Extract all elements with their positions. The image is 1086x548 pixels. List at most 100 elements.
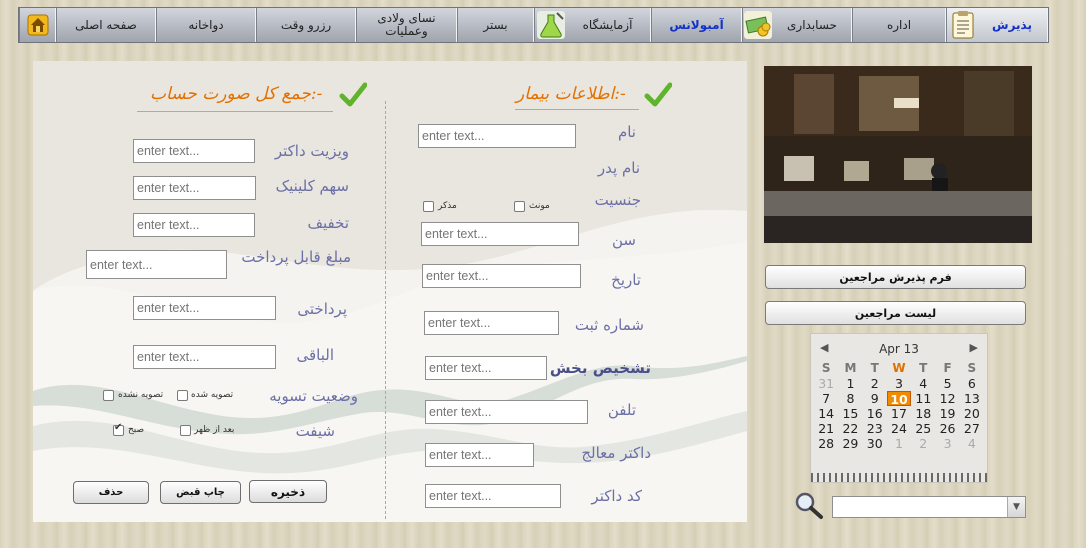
calendar-day[interactable]: 16 [863,406,887,421]
calendar-day[interactable]: 12 [935,391,959,406]
calendar-grid: S M T W T F S 31 1 2 3 4 5 6 7 8 9 10 11 12 13 14 15 16 1… [814,361,984,451]
father-name-label: نام پدر [597,159,640,177]
tab-booking-label: رزرو وقت [280,17,332,32]
paid-input[interactable] [133,296,276,320]
patient-heading-underline [515,109,639,110]
calendar-day[interactable]: 21 [814,421,838,436]
tab-admin-label: اداره [886,17,912,32]
doctor-input[interactable] [425,443,534,467]
remaining-input[interactable] [133,345,276,369]
doctor-code-label: کد داکتر [591,487,642,505]
calendar-day[interactable]: 25 [911,421,935,436]
unsettled-label: تصویه نشده [118,390,164,400]
weekday: T [919,361,928,375]
tab-ambulance-label: آمبولانس [669,17,724,32]
calendar-day[interactable]: 7 [814,391,838,406]
tab-obgyn[interactable]: نسای ولادی وعملیات [356,8,457,42]
settled-label: تصویه شده [191,390,234,400]
print-receipt-button[interactable]: چاپ قبض [160,481,241,504]
tab-booking[interactable]: رزرو وقت [256,8,356,42]
weekday: T [870,361,879,375]
calendar-day[interactable]: 2 [911,436,935,451]
tab-accounting[interactable]: حسابداری [742,8,852,42]
tab-ambulance[interactable]: آمبولانس [651,8,742,42]
calendar-day[interactable]: 20 [960,406,984,421]
settlement-status-label: وضعیت تسویه [269,387,358,405]
calendar-day[interactable]: 29 [838,436,862,451]
calendar-day[interactable]: 3 [935,436,959,451]
calendar-day[interactable]: 23 [863,421,887,436]
calendar-day[interactable]: 14 [814,406,838,421]
calendar-day[interactable]: 26 [935,421,959,436]
reception-form-button[interactable]: فرم پذیرش مراجعین [765,265,1026,289]
gender-female-checkbox[interactable] [514,201,525,212]
calendar-day[interactable]: 4 [960,436,984,451]
clipboard-icon [952,11,974,39]
calendar-week-row: 14 15 16 17 18 19 20 [814,406,984,421]
doctor-visit-input[interactable] [133,139,255,163]
payable-amount-input[interactable] [86,250,227,279]
calendar-day[interactable]: 1 [838,376,862,391]
clinic-share-label: سهم کلینیک [275,177,349,195]
weekday: S [821,361,831,375]
department-input[interactable] [425,356,547,380]
phone-input[interactable] [425,400,588,424]
clinic-share-input[interactable] [133,176,256,200]
calendar-day[interactable]: 17 [887,406,911,421]
main-nav-bar: صفحه اصلی دواخانه رزرو وقت نسای ولادی وع… [18,7,1049,43]
calendar-day[interactable]: 9 [863,391,887,406]
calendar-day[interactable]: 4 [911,376,935,391]
delete-button[interactable]: حذف [73,481,149,504]
age-input[interactable] [421,222,579,246]
calendar-day[interactable]: 18 [911,406,935,421]
bill-heading: جمع کل صورت حساب:- [150,84,323,104]
name-input[interactable] [418,124,576,148]
save-button[interactable]: ذخیره [249,480,327,503]
calendar-next-icon[interactable]: ▶ [970,341,978,354]
unsettled-checkbox[interactable] [103,390,114,401]
calendar-day[interactable]: 22 [838,421,862,436]
reg-number-input[interactable] [424,311,559,335]
gender-male-checkbox[interactable] [423,201,434,212]
tab-inpatient-label: بستر [483,17,508,32]
payable-amount-label: مبلغ قابل پرداخت [241,248,351,266]
discount-input[interactable] [133,213,255,237]
chevron-down-icon: ▼ [1007,497,1025,517]
calendar-day[interactable]: 13 [960,391,984,406]
search-icon[interactable] [792,490,824,520]
calendar-day[interactable]: 30 [863,436,887,451]
tab-lab[interactable]: آزمایشگاه [534,8,651,42]
search-select[interactable]: ▼ [832,496,1026,518]
flask-icon [537,11,565,39]
tab-admin[interactable]: اداره [852,8,946,42]
calendar-day[interactable]: 5 [935,376,959,391]
afternoon-checkbox[interactable] [180,425,191,436]
tab-reception[interactable]: پذیرش [946,8,1048,42]
calendar-day[interactable]: 19 [935,406,959,421]
calendar-day[interactable]: 15 [838,406,862,421]
calendar-day[interactable]: 10 [886,391,912,407]
remaining-label: الباقی [296,346,334,364]
tab-home[interactable]: صفحه اصلی [56,8,156,42]
calendar-day[interactable]: 1 [887,436,911,451]
calendar-day[interactable]: 27 [960,421,984,436]
gender-label: جنسیت [594,191,641,209]
visitors-list-button[interactable]: لیست مراجعین [765,301,1026,325]
calendar-day[interactable]: 28 [814,436,838,451]
calendar-day[interactable]: 8 [838,391,862,406]
tab-inpatient[interactable]: بستر [457,8,534,42]
calendar-day[interactable]: 3 [887,376,911,391]
home-icon-tab[interactable] [19,8,56,42]
settled-checkbox[interactable] [177,390,188,401]
calendar-day[interactable]: 24 [887,421,911,436]
morning-checkbox[interactable] [113,422,124,436]
tab-home-label: صفحه اصلی [75,17,137,32]
calendar-day[interactable]: 31 [814,376,838,391]
calendar-day[interactable]: 11 [911,391,935,406]
tab-pharmacy[interactable]: دواخانه [156,8,256,42]
doctor-code-input[interactable] [425,484,561,508]
calendar-day[interactable]: 2 [863,376,887,391]
calendar-day[interactable]: 6 [960,376,984,391]
patient-info-heading: اطلاعات بیمار:- [516,84,626,104]
date-input[interactable] [422,264,581,288]
